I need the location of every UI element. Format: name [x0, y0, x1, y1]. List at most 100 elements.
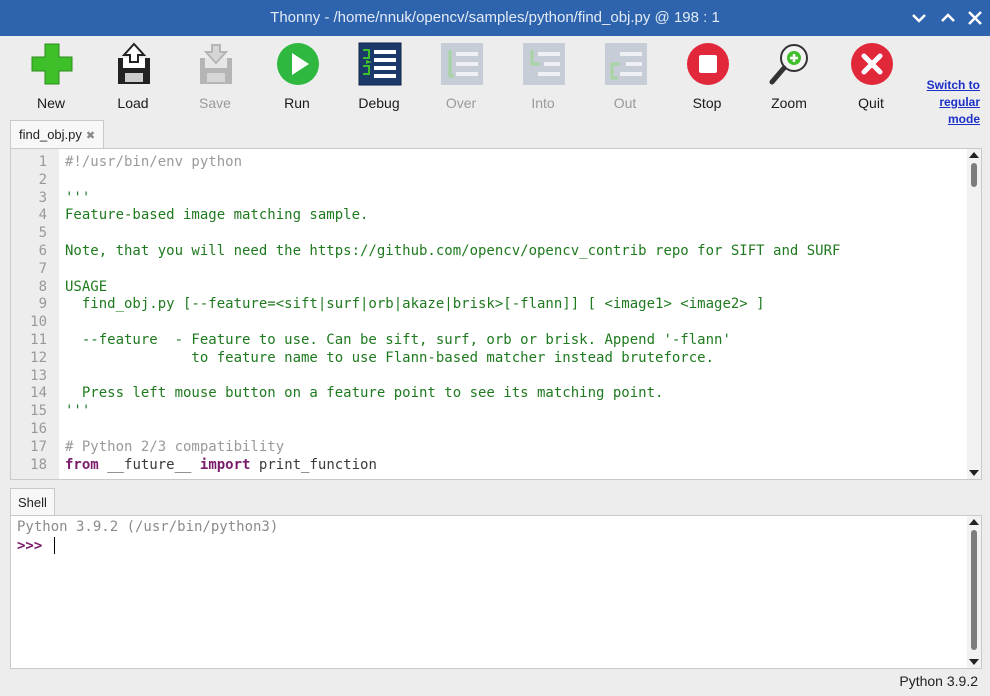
debug-button[interactable]: Debug — [344, 40, 414, 112]
line-number: 18 — [30, 456, 47, 473]
line-number: 4 — [38, 207, 47, 224]
editor-tab-bar: find_obj.py ✖ — [0, 118, 990, 149]
code-line: 17 # Python 2/3 compatibility — [11, 439, 981, 457]
editor-tab-label: find_obj.py — [19, 127, 82, 142]
quit-button[interactable]: Quit — [836, 40, 906, 112]
save-button[interactable]: Save — [180, 40, 250, 112]
line-number: 9 — [38, 296, 47, 313]
code-line: 4 Feature-based image matching sample. — [11, 207, 981, 225]
code-line: 13 — [11, 368, 981, 386]
code-editor[interactable]: 1 #!/usr/bin/env python 2 3 ''' 4 Feature-base… — [10, 148, 982, 480]
shell-scroll-down-icon[interactable] — [969, 659, 979, 665]
line-number: 10 — [30, 314, 47, 331]
step-out-icon — [605, 43, 647, 85]
code-lines: 1 #!/usr/bin/env python 2 3 ''' 4 Feature-base… — [11, 154, 981, 474]
stop-icon — [687, 43, 729, 85]
save-icon — [200, 44, 232, 84]
step-into-button[interactable]: Into — [508, 40, 578, 112]
close-icon — [968, 11, 982, 25]
switch-mode-line-2: regular — [939, 95, 980, 109]
stop-button[interactable]: Stop — [672, 40, 742, 112]
new-button[interactable]: New — [16, 40, 86, 112]
window-title: Thonny - /home/nnuk/opencv/samples/pytho… — [270, 9, 720, 26]
line-number: 14 — [30, 385, 47, 402]
step-out-label: Out — [613, 95, 637, 111]
quit-icon — [851, 43, 893, 85]
shell-tab[interactable]: Shell — [10, 488, 55, 516]
step-into-icon — [523, 43, 565, 85]
code-line: 10 — [11, 314, 981, 332]
editor-scroll-thumb[interactable] — [971, 163, 977, 187]
quit-label: Quit — [858, 95, 884, 111]
debug-label: Debug — [358, 95, 400, 111]
line-text: Press left mouse button on a feature poi… — [65, 385, 664, 402]
code-line: 16 — [11, 421, 981, 439]
zoom-button[interactable]: Zoom — [754, 40, 824, 112]
chevron-down-icon — [912, 14, 926, 23]
new-file-icon — [31, 43, 73, 85]
line-text: --feature - Feature to use. Can be sift,… — [65, 331, 731, 348]
step-out-button[interactable]: Out — [590, 40, 660, 112]
line-text: to feature name to use Flann-based match… — [65, 349, 715, 366]
line-text: ''' — [65, 403, 91, 420]
interpreter-status[interactable]: Python 3.9.2 — [899, 673, 978, 689]
code-line: 7 — [11, 261, 981, 279]
line-number: 11 — [30, 331, 47, 348]
toolbar: New Load Save Run Debug Over Into Out St… — [0, 36, 990, 126]
line-number: 3 — [38, 189, 47, 206]
line-number: 6 — [38, 242, 47, 259]
shell-scroll-up-icon[interactable] — [969, 519, 979, 525]
code-line: 5 — [11, 225, 981, 243]
line-text: Note, that you will need the https://git… — [65, 242, 841, 259]
scroll-up-icon[interactable] — [969, 152, 979, 158]
step-into-label: Into — [531, 95, 555, 111]
code-line: 14 Press left mouse button on a feature … — [11, 385, 981, 403]
step-over-icon — [441, 43, 483, 85]
code-line: 2 — [11, 172, 981, 190]
shell-panel[interactable]: Python 3.9.2 (/usr/bin/python3) >>> — [10, 515, 982, 669]
run-label: Run — [284, 95, 310, 111]
editor-scrollbar[interactable] — [967, 149, 981, 479]
debug-icon — [358, 42, 402, 86]
line-number: 1 — [38, 154, 47, 170]
line-number: 15 — [30, 403, 47, 420]
code-line: 11 --feature - Feature to use. Can be si… — [11, 332, 981, 350]
code-line: 12 to feature name to use Flann-based ma… — [11, 350, 981, 368]
line-number: 13 — [30, 367, 47, 384]
line-number: 7 — [38, 260, 47, 277]
shell-banner: Python 3.9.2 (/usr/bin/python3) — [17, 519, 279, 535]
line-number: 5 — [38, 225, 47, 242]
switch-mode-line-1: Switch to — [926, 78, 980, 92]
chevron-up-icon — [941, 13, 955, 22]
thonny-window: Thonny - /home/nnuk/opencv/samples/pytho… — [0, 0, 990, 696]
code-line: 8 USAGE — [11, 279, 981, 297]
save-label: Save — [199, 95, 231, 111]
line-text: find_obj.py [--feature=<sift|surf|orb|ak… — [65, 296, 765, 313]
line-text: USAGE — [65, 278, 108, 295]
editor-tab-find-obj[interactable]: find_obj.py ✖ — [10, 120, 105, 149]
shell-prompt: >>> — [17, 538, 43, 554]
step-over-label: Over — [445, 95, 477, 111]
line-text: # Python 2/3 compatibility — [65, 438, 285, 455]
line-number: 2 — [38, 171, 47, 188]
close-tab-icon[interactable]: ✖ — [86, 130, 95, 142]
load-button[interactable]: Load — [98, 40, 168, 112]
maximize-button[interactable] — [936, 6, 960, 30]
stop-label: Stop — [692, 95, 722, 111]
step-over-button[interactable]: Over — [426, 40, 496, 112]
shell-scrollbar[interactable] — [967, 516, 981, 668]
shell-scroll-thumb[interactable] — [971, 530, 977, 650]
title-bar[interactable]: Thonny - /home/nnuk/opencv/samples/pytho… — [0, 0, 990, 36]
run-button[interactable]: Run — [262, 40, 332, 112]
line-text: from __future__ import print_function — [65, 456, 377, 473]
code-line: 1 #!/usr/bin/env python — [11, 154, 981, 172]
code-line: 9 find_obj.py [--feature=<sift|surf|orb|… — [11, 296, 981, 314]
close-window-button[interactable] — [963, 6, 987, 30]
minimize-button[interactable] — [907, 6, 931, 30]
text-cursor — [54, 537, 55, 554]
load-icon — [118, 42, 150, 84]
code-line: 6 Note, that you will need the https://gi… — [11, 243, 981, 261]
line-number: 8 — [38, 278, 47, 295]
scroll-down-icon[interactable] — [969, 470, 979, 476]
run-icon — [277, 43, 319, 85]
